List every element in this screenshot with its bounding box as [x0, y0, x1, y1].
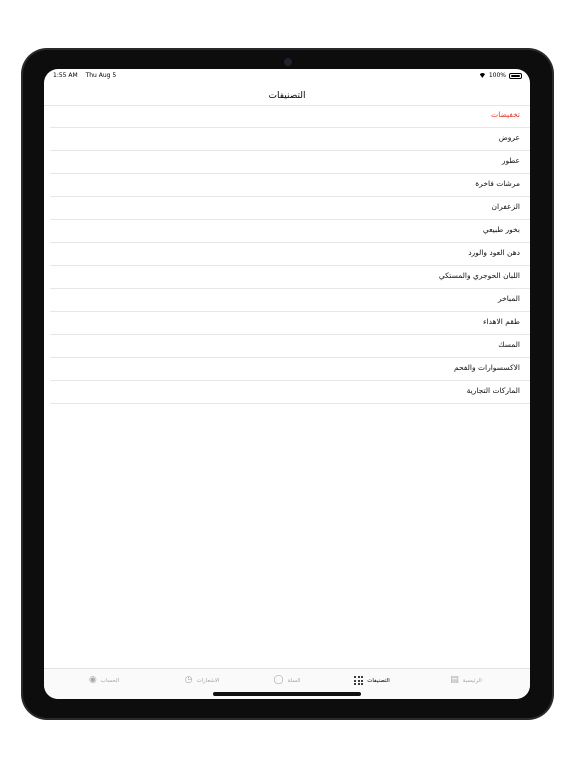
battery-icon: [509, 72, 522, 79]
status-left: 1:55 AM Thu Aug 5: [53, 72, 122, 79]
navigation-bar: التصنيفات: [44, 83, 530, 106]
category-item-saffron[interactable]: الزعفران: [50, 197, 530, 220]
status-right: 100%: [479, 72, 522, 79]
battery-percent: 100%: [488, 72, 506, 79]
tab-account[interactable]: ◉ الحساب: [64, 676, 144, 685]
category-item-gift-sets[interactable]: طقم الاهداء: [50, 312, 530, 335]
page-title: التصنيفات: [268, 91, 306, 101]
home-card-icon: ▤: [450, 675, 459, 685]
category-label: دهن العود والورد: [468, 248, 520, 257]
tab-label: السلة: [287, 677, 301, 684]
category-label: المباخر: [497, 294, 520, 303]
tab-categories[interactable]: التصنيفات: [332, 676, 412, 685]
category-item-frankincense-mastic[interactable]: اللبان الحوجري والمستكي: [50, 266, 530, 289]
category-item-offers[interactable]: عروض: [50, 128, 530, 151]
category-label: اللبان الحوجري والمستكي: [438, 271, 520, 280]
category-label: المسك: [498, 340, 520, 349]
category-item-luxury-sprays[interactable]: مرشات فاخرة: [50, 174, 530, 197]
tab-label: الرئيسية: [462, 677, 482, 684]
status-time: 1:55 AM: [53, 72, 78, 79]
grid-dots-icon: [354, 676, 364, 685]
tab-label: الاشعارات: [196, 677, 220, 684]
home-indicator[interactable]: [213, 692, 361, 696]
category-label: تخفيضات: [491, 110, 520, 119]
tab-notifications[interactable]: ◷ الاشعارات: [162, 676, 242, 685]
camera-icon: ◉: [88, 675, 97, 685]
category-item-perfumes[interactable]: عطور: [50, 151, 530, 174]
app-screen: 1:55 AM Thu Aug 5 100% التصنيفات تخفيضات…: [44, 69, 530, 699]
wifi-icon: [479, 73, 486, 78]
category-label: بخور طبيعي: [482, 225, 520, 234]
tab-cart[interactable]: ◯ السلة: [247, 676, 327, 685]
front-camera: [283, 58, 292, 66]
category-label: مرشات فاخرة: [475, 179, 520, 188]
category-label: عروض: [498, 133, 520, 142]
category-label: طقم الاهداء: [482, 317, 520, 326]
category-item-brands[interactable]: الماركات التجارية: [50, 381, 530, 404]
cart-icon: ◯: [273, 675, 284, 685]
status-bar: 1:55 AM Thu Aug 5 100%: [44, 69, 530, 83]
category-item-musk[interactable]: المسك: [50, 335, 530, 358]
category-label: عطور: [501, 156, 520, 165]
category-label: الاكسسوارات والفحم: [453, 363, 520, 372]
category-item-oud-rose-oil[interactable]: دهن العود والورد: [50, 243, 530, 266]
tab-bar: ◉ الحساب ◷ الاشعارات ◯ السلة التصنيفات ▤…: [44, 668, 530, 699]
bell-icon: ◷: [184, 675, 193, 685]
category-item-incense-burners[interactable]: المباخر: [50, 289, 530, 312]
category-list: تخفيضات عروض عطور مرشات فاخرة الزعفران ب…: [44, 105, 530, 404]
category-item-sale[interactable]: تخفيضات: [50, 105, 530, 128]
tab-home[interactable]: ▤ الرئيسية: [426, 676, 506, 685]
tab-label: الحساب: [100, 677, 120, 684]
category-label: الماركات التجارية: [466, 386, 520, 395]
status-date: Thu Aug 5: [85, 72, 117, 79]
category-item-natural-incense[interactable]: بخور طبيعي: [50, 220, 530, 243]
category-label: الزعفران: [491, 202, 520, 211]
category-item-accessories-charcoal[interactable]: الاكسسوارات والفحم: [50, 358, 530, 381]
tab-label: التصنيفات: [367, 677, 390, 684]
